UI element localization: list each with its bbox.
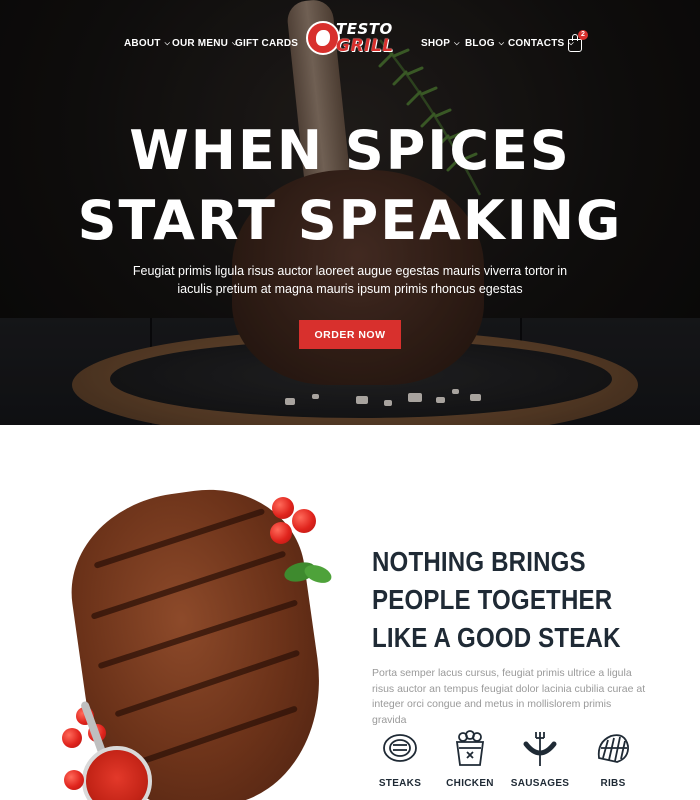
cherry-tomato-image (62, 728, 82, 748)
about-heading: NOTHING BRINGS PEOPLE TOGETHER LIKE A GO… (372, 546, 621, 653)
order-now-button[interactable]: ORDER NOW (299, 320, 401, 349)
category-ribs[interactable]: RIBS (578, 728, 648, 798)
nav-item-label: CONTACTS (508, 38, 565, 49)
steak-icon (383, 734, 417, 762)
site-logo[interactable]: TESTO GRILL (306, 18, 396, 64)
category-label: STEAKS (378, 778, 422, 789)
category-label: RIBS (600, 778, 626, 789)
category-label: CHICKEN (446, 778, 494, 789)
category-label: SAUSAGES (510, 778, 570, 789)
cherry-tomato-image (272, 497, 294, 519)
nav-item-blog[interactable]: BLOG ⌵ (465, 38, 504, 49)
nav-item-about[interactable]: ABOUT ⌵ (124, 38, 170, 49)
category-sausages[interactable]: SAUSAGES (505, 728, 575, 798)
chevron-down-icon: ⌵ (498, 40, 505, 47)
cart-button[interactable]: 2 (566, 30, 588, 54)
category-steaks[interactable]: STEAKS (365, 728, 435, 798)
hero-heading-line-2: START SPEAKING (77, 189, 623, 252)
nav-item-our-menu[interactable]: OUR MENU ⌵ (172, 38, 238, 49)
sausage-fork-icon (523, 732, 557, 766)
cherry-tomato-image (64, 770, 84, 790)
nav-item-label: SHOP (421, 38, 451, 49)
cart-count-badge: 2 (578, 30, 588, 40)
hero-section: ABOUT ⌵ OUR MENU ⌵ GIFT CARDS SHOP ⌵ BLO… (0, 0, 700, 425)
hero-heading: WHEN SPICES START SPEAKING (0, 116, 700, 256)
hero-heading-line-1: WHEN SPICES (129, 119, 571, 182)
ribs-icon (597, 734, 629, 763)
about-description: Porta semper lacus cursus, feugiat primi… (372, 667, 646, 726)
nav-item-label: ABOUT (124, 38, 161, 49)
logo-text-bottom: GRILL (336, 36, 394, 56)
nav-item-label: GIFT CARDS (235, 38, 299, 49)
hero-subtitle: Feugiat primis ligula risus auctor laore… (132, 264, 568, 296)
nav-item-shop[interactable]: SHOP ⌵ (421, 38, 460, 49)
category-chicken[interactable]: CHICKEN (435, 728, 505, 798)
chicken-bucket-icon (455, 730, 485, 766)
nav-item-label: OUR MENU (172, 38, 229, 49)
nav-item-contacts[interactable]: CONTACTS ⌵ (508, 38, 574, 49)
chevron-down-icon: ⌵ (164, 40, 171, 47)
cherry-tomato-image (270, 522, 292, 544)
cherry-tomato-image (292, 509, 316, 533)
basil-leaves-image (284, 562, 332, 583)
nav-item-gift-cards[interactable]: GIFT CARDS (235, 38, 298, 49)
shopping-bag-icon (568, 39, 582, 52)
chevron-down-icon: ⌵ (454, 40, 460, 47)
nav-item-label: BLOG (465, 38, 495, 49)
logo-meat-icon (306, 21, 340, 55)
